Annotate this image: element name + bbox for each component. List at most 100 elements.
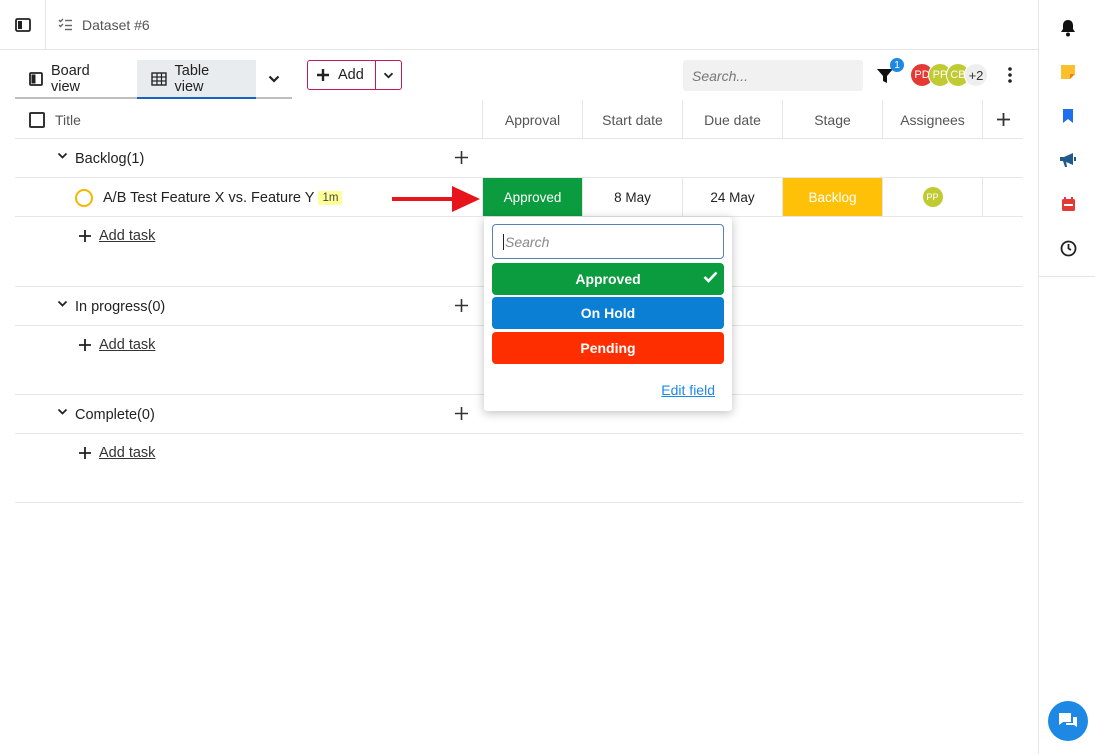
chevron-down-icon[interactable] — [57, 300, 68, 308]
add-group-task-icon[interactable] — [455, 299, 468, 312]
rail-icons — [1039, 0, 1095, 277]
tab-board-view[interactable]: Board view — [15, 60, 137, 97]
add-label: Add — [338, 67, 364, 83]
filter-button[interactable]: 1 — [876, 58, 904, 86]
plus-icon — [79, 447, 91, 459]
view-tabs: Board view Table view — [15, 60, 292, 99]
right-rail — [1038, 0, 1095, 754]
more-options-button[interactable] — [1000, 64, 1020, 86]
search-placeholder: Search... — [692, 67, 749, 84]
checklist-icon — [58, 18, 72, 31]
assignees-cell[interactable]: PP — [882, 178, 982, 216]
add-task-label: Add task — [99, 337, 156, 353]
task-title[interactable]: A/B Test Feature X vs. Feature Y 1m — [103, 178, 343, 217]
add-column-button[interactable] — [982, 100, 1023, 139]
announcements-button[interactable] — [1057, 149, 1079, 171]
chat-icon — [1059, 713, 1077, 727]
avatar: PP — [922, 187, 943, 207]
notifications-button[interactable] — [1057, 17, 1079, 39]
plus-icon — [79, 339, 91, 351]
column-header-due-date[interactable]: Due date — [682, 100, 782, 139]
add-task-button[interactable]: Add task — [79, 337, 155, 353]
filter-count-badge: 1 — [890, 58, 904, 72]
tab-label: Board view — [50, 62, 90, 95]
title-column-header[interactable]: Title — [29, 100, 81, 139]
table-row[interactable]: A/B Test Feature X vs. Feature Y 1m Appr… — [15, 178, 1023, 217]
group-row-backlog: Backlog(1) — [15, 139, 1023, 178]
clock-icon — [1060, 240, 1076, 256]
checkmark-icon — [703, 271, 718, 283]
search-input[interactable]: Search... — [683, 60, 863, 91]
column-header-approval[interactable]: Approval — [482, 100, 582, 139]
member-avatars[interactable]: PD PP CB +2 — [910, 63, 988, 87]
plus-icon — [317, 69, 329, 81]
select-all-checkbox[interactable] — [29, 111, 45, 128]
edit-field-link[interactable]: Edit field — [661, 382, 715, 398]
calendar-button[interactable] — [1057, 193, 1079, 215]
title-header-label: Title — [55, 111, 81, 128]
option-on-hold[interactable]: On Hold — [492, 297, 724, 329]
option-approved[interactable]: Approved — [492, 263, 724, 295]
more-members-badge[interactable]: +2 — [964, 63, 988, 87]
add-group-task-icon[interactable] — [455, 151, 468, 164]
tab-table-view[interactable]: Table view — [136, 60, 257, 99]
column-header-assignees[interactable]: Assignees — [882, 100, 982, 139]
sticky-note-button[interactable] — [1057, 61, 1079, 83]
approval-cell[interactable]: Approved — [482, 178, 582, 216]
annotation-arrow-icon — [392, 186, 480, 212]
sidebar-toggle-button[interactable] — [0, 0, 46, 50]
start-date-cell[interactable]: 8 May — [582, 178, 682, 216]
breadcrumb[interactable]: Dataset #6 — [58, 17, 150, 33]
column-header-start-date[interactable]: Start date — [582, 100, 682, 139]
add-task-button[interactable]: Add task — [79, 228, 155, 244]
add-task-label: Add task — [99, 228, 156, 244]
plus-icon — [79, 230, 91, 242]
top-bar: Dataset #6 — [0, 0, 1038, 50]
chevron-down-icon[interactable] — [57, 152, 68, 160]
time-tracked-badge: 1m — [318, 190, 343, 205]
group-footer: Add task — [15, 434, 1023, 503]
bookmark-button[interactable] — [1057, 105, 1079, 127]
add-task-button[interactable]: Add task — [79, 445, 155, 461]
group-name[interactable]: Complete(0) — [75, 395, 155, 434]
chevron-down-icon[interactable] — [57, 408, 68, 416]
task-title-text: A/B Test Feature X vs. Feature Y — [103, 189, 315, 206]
empty-cell — [982, 178, 1023, 216]
calendar-icon — [1061, 197, 1075, 211]
option-label: Pending — [580, 340, 636, 356]
option-label: Approved — [575, 271, 641, 287]
due-date-cell[interactable]: 24 May — [682, 178, 782, 216]
plus-icon — [996, 113, 1010, 126]
table-icon — [150, 71, 167, 86]
option-label: On Hold — [580, 305, 636, 321]
task-status-circle[interactable] — [75, 189, 93, 207]
megaphone-icon — [1060, 153, 1076, 167]
stage-cell[interactable]: Backlog — [782, 178, 882, 216]
board-icon — [29, 71, 43, 86]
more-views-button[interactable] — [256, 60, 292, 97]
add-button[interactable]: Add — [308, 61, 376, 89]
dropdown-search-placeholder: Search — [505, 233, 550, 250]
chevron-down-icon — [383, 72, 394, 78]
kebab-menu-icon — [1008, 67, 1012, 83]
bell-icon — [1061, 20, 1075, 37]
tab-label: Table view — [174, 62, 210, 95]
text-caret — [503, 233, 504, 250]
add-task-label: Add task — [99, 445, 156, 461]
group-name[interactable]: In progress(0) — [75, 287, 165, 326]
add-options-button[interactable] — [376, 61, 401, 89]
dataset-name: Dataset #6 — [82, 16, 150, 33]
timer-button[interactable] — [1057, 237, 1079, 259]
approval-dropdown: Search Approved On Hold Pending Edit fie… — [484, 217, 732, 411]
toolbar: Board view Table view Add Search... 1 PD… — [0, 50, 1038, 100]
table-header: Title Approval Start date Due date Stage… — [15, 100, 1023, 139]
bookmark-icon — [1063, 109, 1073, 123]
chevron-down-icon — [268, 75, 280, 83]
option-pending[interactable]: Pending — [492, 332, 724, 364]
add-group-task-icon[interactable] — [455, 407, 468, 420]
group-name[interactable]: Backlog(1) — [75, 139, 144, 178]
chat-button[interactable] — [1048, 701, 1088, 741]
dropdown-search-input[interactable]: Search — [492, 224, 724, 259]
add-button-group: Add — [307, 60, 402, 90]
column-header-stage[interactable]: Stage — [782, 100, 882, 139]
